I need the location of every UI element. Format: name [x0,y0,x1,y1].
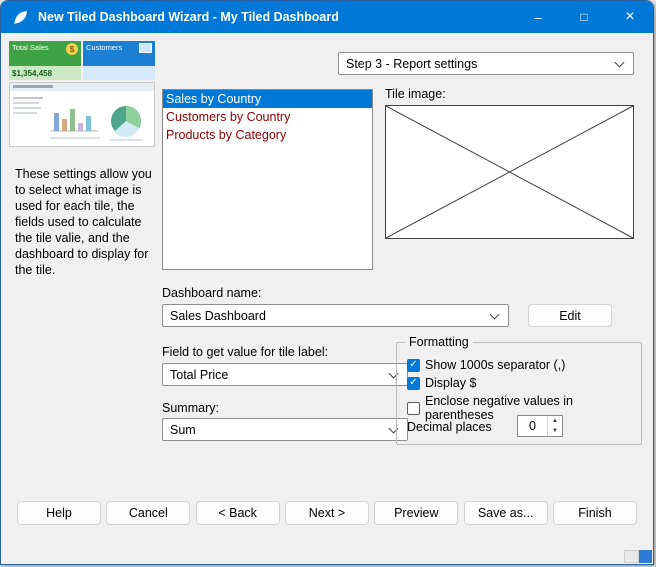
preview-tile-label: Customers [86,43,122,52]
save-as-button[interactable]: Save as... [464,501,548,525]
dashboard-name-value: Sales Dashboard [170,309,266,323]
summary-dropdown[interactable]: Sum [162,418,408,441]
negative-parentheses-checkbox[interactable] [407,402,420,415]
back-button[interactable]: < Back [196,501,280,525]
customers-icon [139,43,152,53]
resize-corner-pad [624,550,639,563]
checkbox-label: Display $ [425,376,476,390]
tiles-preview-image: Total Sales $ $1,354,458 Customers [9,41,155,80]
finish-button[interactable]: Finish [553,501,637,525]
field-dropdown[interactable]: Total Price [162,363,408,386]
preview-tile-value [83,66,155,80]
money-bag-icon: $ [66,43,78,55]
cancel-button[interactable]: Cancel [106,501,190,525]
field-label: Field to get value for tile label: [162,345,328,359]
stepper-arrows: ▲ ▼ [547,416,562,436]
display-dollar-checkbox[interactable] [407,377,420,390]
formatting-group-title: Formatting [405,335,473,349]
arrow-up-icon[interactable]: ▲ [548,416,562,426]
field-value: Total Price [170,368,228,382]
preview-tile-label: Total Sales [12,43,49,52]
decimal-places-label: Decimal places [407,420,492,434]
list-item-customers-by-country[interactable]: Customers by Country [163,108,372,126]
chevron-down-icon [490,309,500,319]
dashboard-preview-image [9,82,155,147]
checkbox-row-thousands[interactable]: Show 1000s separator (,) [407,358,565,372]
decimal-places-stepper[interactable]: 0 ▲ ▼ [517,415,563,437]
dashboard-name-dropdown[interactable]: Sales Dashboard [162,304,509,327]
close-button[interactable]: × [607,1,653,33]
help-button[interactable]: Help [17,501,101,525]
preview-tile-customers: Customers [83,41,155,80]
decimal-places-row: Decimal places [407,420,492,434]
step-selector-dropdown[interactable]: Step 3 - Report settings [338,52,634,75]
preview-tile-total-sales: Total Sales $ $1,354,458 [9,41,81,80]
step-selector-value: Step 3 - Report settings [346,57,477,71]
tile-image-label: Tile image: [385,87,446,101]
maximize-button[interactable]: □ [561,1,607,33]
dashboard-preview-chart [10,83,154,146]
chevron-down-icon [615,57,625,67]
list-item-sales-by-country[interactable]: Sales by Country [163,90,372,108]
preview-button[interactable]: Preview [374,501,458,525]
footer-button-bar: Help Cancel < Back Next > Preview Save a… [17,501,637,525]
dashboard-name-label: Dashboard name: [162,286,261,300]
edit-button[interactable]: Edit [528,304,612,327]
decimal-places-value: 0 [518,416,547,436]
wizard-dialog: New Tiled Dashboard Wizard - My Tiled Da… [0,0,654,565]
window-title: New Tiled Dashboard Wizard - My Tiled Da… [38,10,339,24]
settings-description: These settings allow you to select what … [15,166,157,278]
preview-tile-value: $1,354,458 [9,66,81,80]
list-item-products-by-category[interactable]: Products by Category [163,126,372,144]
checkbox-row-display-dollar[interactable]: Display $ [407,376,476,390]
titlebar: New Tiled Dashboard Wizard - My Tiled Da… [1,1,653,33]
tile-image-placeholder [385,105,634,239]
formatting-group: Formatting Show 1000s separator (,) Disp… [396,342,642,445]
summary-value: Sum [170,423,196,437]
summary-label: Summary: [162,401,219,415]
checkbox-label: Show 1000s separator (,) [425,358,565,372]
next-button[interactable]: Next > [285,501,369,525]
app-icon [12,9,29,26]
thousands-separator-checkbox[interactable] [407,359,420,372]
arrow-down-icon[interactable]: ▼ [548,426,562,436]
report-listbox[interactable]: Sales by Country Customers by Country Pr… [162,89,373,270]
window-controls: – □ × [515,1,653,33]
minimize-button[interactable]: – [515,1,561,33]
resize-grip[interactable] [639,550,652,563]
